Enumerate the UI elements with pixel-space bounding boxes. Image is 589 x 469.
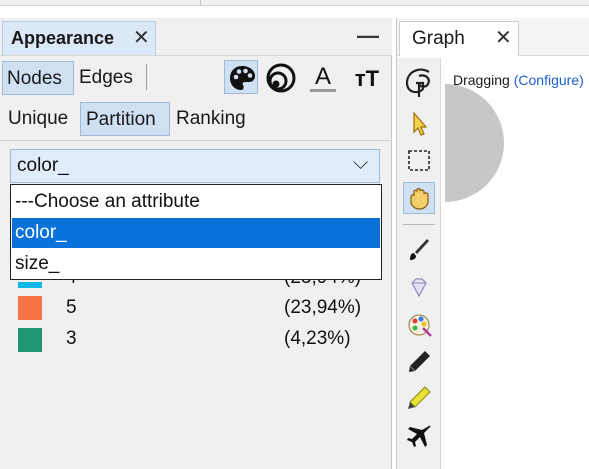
graph-close-icon[interactable]: ✕	[495, 25, 512, 50]
node-color-palette-icon	[408, 314, 432, 337]
partition-value-hidden: 4	[66, 280, 77, 289]
top-strip-segment	[201, 0, 589, 6]
top-toolbar-strip	[0, 0, 589, 6]
partition-percent: (4,23%)	[284, 328, 351, 349]
configure-link[interactable]: (Configure)	[514, 72, 584, 88]
minimize-icon[interactable]: —	[357, 23, 379, 49]
partition-percent: (23,94%)	[284, 297, 362, 318]
diamond-tool[interactable]	[403, 272, 435, 304]
toolbar-divider	[146, 64, 147, 90]
attribute-dropdown-list: ---Choose an attribute color_ size_	[10, 184, 382, 280]
appearance-tab[interactable]: Appearance ✕	[2, 21, 156, 55]
graph-logo-icon	[405, 68, 430, 97]
hand-drag-icon	[410, 187, 429, 210]
tab-partition[interactable]: Partition	[80, 102, 170, 136]
graph-tab-bar: Graph ✕	[397, 18, 589, 56]
partition-value: 3	[66, 328, 77, 349]
appearance-tab-label: Appearance	[11, 28, 115, 48]
edges-toggle[interactable]: Edges	[75, 61, 143, 95]
hand-drag-tool[interactable]	[403, 182, 435, 214]
partition-row-hidden: 4 (23,94%)	[0, 280, 392, 289]
tab-unique[interactable]: Unique	[2, 102, 78, 136]
label-color-glyph: A	[315, 63, 331, 90]
size-rings-icon	[266, 63, 296, 93]
label-size-icon: ᴛT	[355, 66, 380, 91]
graph-tab-label: Graph	[412, 28, 465, 49]
chevron-down-icon[interactable]: ⌵	[353, 152, 368, 175]
diamond-icon	[411, 278, 427, 298]
pointer-arrow-icon	[413, 111, 428, 136]
partition-value: 5	[66, 297, 77, 318]
palette-icon	[230, 66, 255, 90]
graph-tab[interactable]: Graph ✕	[399, 21, 519, 56]
color-button[interactable]	[224, 60, 258, 94]
pencil-icon	[409, 351, 430, 372]
label-size-glyph: ᴛT	[355, 66, 380, 91]
appearance-close-icon[interactable]: ✕	[133, 25, 150, 50]
airplane-tool[interactable]	[403, 420, 435, 452]
appearance-panel: Appearance ✕ — Nodes Edges A ᴛT Unique P…	[0, 18, 392, 469]
attribute-option-selected[interactable]: color_	[12, 218, 380, 248]
pencil-tool[interactable]	[403, 346, 435, 378]
attribute-select-value: color_	[17, 155, 69, 176]
partition-swatch-3[interactable]	[18, 328, 42, 352]
rectangle-select-icon	[408, 150, 430, 171]
attribute-select[interactable]: color_ ⌵	[10, 149, 380, 183]
top-strip-segment	[0, 0, 201, 6]
partition-swatch-5[interactable]	[18, 296, 42, 320]
label-color-button[interactable]: A	[306, 60, 340, 94]
appearance-header: Appearance ✕ —	[0, 18, 392, 56]
node-color-palette-tool[interactable]	[403, 308, 435, 340]
nodes-toggle[interactable]: Nodes	[2, 61, 74, 95]
attribute-option[interactable]: size_	[12, 249, 380, 279]
partition-percent-hidden: (23,94%)	[284, 280, 361, 289]
airplane-icon	[407, 425, 431, 447]
dragging-label: Dragging	[453, 72, 510, 88]
highlighter-icon	[408, 386, 431, 409]
label-color-icon: A	[310, 63, 336, 92]
paintbrush-icon	[410, 239, 429, 260]
highlighter-tool[interactable]	[403, 382, 435, 414]
size-button[interactable]	[264, 60, 298, 94]
pointer-tool[interactable]	[403, 108, 435, 140]
mode-row-divider	[0, 140, 392, 141]
graph-tool-column	[397, 58, 441, 469]
tool-divider	[403, 224, 435, 225]
element-type-row: Nodes Edges A ᴛT	[0, 58, 392, 98]
attribute-option[interactable]: ---Choose an attribute	[12, 187, 380, 217]
paintbrush-tool[interactable]	[403, 234, 435, 266]
graph-node-circle[interactable]	[445, 84, 553, 202]
graph-status: Dragging (Configure)	[453, 72, 584, 88]
graph-panel: Graph ✕ Dragging (Configure)	[396, 18, 589, 469]
graph-logo-button[interactable]	[401, 64, 437, 100]
mode-tab-row: Unique Partition Ranking	[0, 102, 392, 138]
rectangle-select-tool[interactable]	[403, 144, 435, 176]
label-size-button[interactable]: ᴛT	[348, 60, 386, 94]
tab-ranking[interactable]: Ranking	[172, 102, 262, 136]
